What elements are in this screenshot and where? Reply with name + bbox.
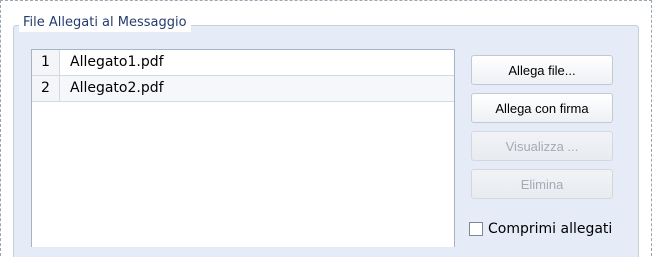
row-number: 2 — [32, 76, 60, 101]
list-item[interactable]: 2 Allegato2.pdf — [32, 76, 454, 102]
list-item[interactable]: 1 Allegato1.pdf — [32, 50, 454, 76]
group-title: File Allegati al Messaggio — [19, 14, 191, 32]
attach-signed-button[interactable]: Allega con firma — [471, 93, 613, 123]
file-name[interactable]: Allegato1.pdf — [70, 50, 164, 75]
attach-file-button[interactable]: Allega file... — [471, 55, 613, 85]
compress-attachments-label: Comprimi allegati — [488, 221, 613, 237]
attachments-panel: File Allegati al Messaggio 1 Allegato1.p… — [0, 0, 652, 257]
attachments-list[interactable]: 1 Allegato1.pdf 2 Allegato2.pdf — [31, 49, 455, 247]
compress-attachments-checkbox[interactable] — [469, 222, 483, 236]
view-button[interactable]: Visualizza ... — [471, 131, 613, 161]
file-name[interactable]: Allegato2.pdf — [70, 76, 164, 101]
delete-button[interactable]: Elimina — [471, 169, 613, 199]
row-number: 1 — [32, 50, 60, 75]
